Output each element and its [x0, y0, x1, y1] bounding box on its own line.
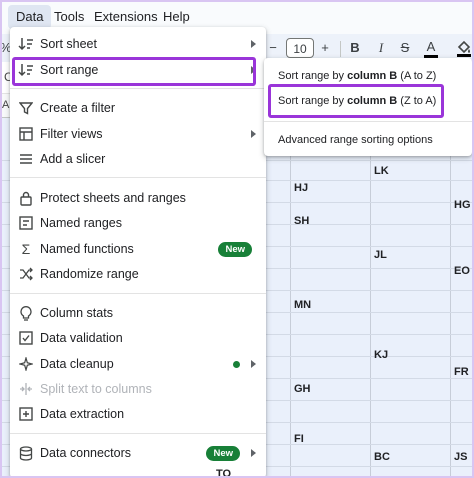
sort-icon [18, 62, 34, 78]
submenu-arrow-icon [251, 130, 256, 138]
grid-cell[interactable]: HG [454, 199, 471, 211]
strikethrough-button[interactable]: S [398, 38, 412, 58]
zoom-fragment[interactable]: % [0, 38, 12, 58]
grid-cell[interactable]: FI [294, 433, 304, 445]
font-size-input[interactable]: 10 [286, 38, 314, 58]
sort-za-suffix: (Z to A) [397, 95, 437, 107]
increase-font-button[interactable]: + [318, 38, 332, 58]
menu-separator [10, 88, 266, 89]
grid-cell[interactable]: JL [374, 249, 387, 261]
advanced-sort-option[interactable]: Advanced range sorting options [278, 133, 433, 147]
menu-item-randomize[interactable]: Randomize range [10, 262, 266, 286]
menu-item-label: Named ranges [40, 216, 122, 230]
menu-data[interactable]: Data [8, 5, 52, 29]
lock-icon [18, 190, 34, 206]
menu-separator [10, 433, 266, 434]
menu-tools[interactable]: Tools [54, 9, 84, 25]
grid-cell[interactable]: HJ [294, 182, 308, 194]
menu-item-add-slicer[interactable]: Add a slicer [10, 147, 266, 171]
sort-az-column: column B [347, 70, 398, 82]
menu-item-named-functions[interactable]: Σ Named functions New [10, 237, 266, 261]
menu-item-label: Add a slicer [40, 152, 106, 166]
submenu-arrow-icon [251, 40, 256, 48]
split-icon [18, 381, 34, 397]
menu-item-label: Data cleanup [40, 357, 114, 371]
lightbulb-icon [18, 305, 34, 321]
submenu-arrow-icon [251, 66, 256, 74]
grid-cell[interactable]: GH [294, 383, 311, 395]
menu-item-label: Column stats [40, 306, 113, 320]
menu-item-column-stats[interactable]: Column stats [10, 301, 266, 325]
menu-item-data-extraction[interactable]: Data extraction [10, 402, 266, 426]
menu-item-filter-views[interactable]: Filter views [10, 122, 266, 146]
grid-cell[interactable]: KJ [374, 349, 388, 361]
menu-item-split-text[interactable]: Split text to columns [10, 377, 266, 401]
menu-separator [10, 293, 266, 294]
database-icon [18, 445, 34, 461]
menu-item-label: Sort sheet [40, 37, 97, 51]
grid-cell[interactable]: EO [454, 265, 470, 277]
sort-za-column: column B [347, 95, 398, 107]
menu-item-label: Filter views [40, 127, 103, 141]
menu-item-label: Protect sheets and ranges [40, 191, 186, 205]
grid-cell[interactable]: BC [374, 451, 390, 463]
italic-button[interactable]: I [374, 38, 388, 58]
menu-item-label: Split text to columns [40, 382, 152, 396]
submenu-arrow-icon [251, 360, 256, 368]
named-ranges-icon [18, 215, 34, 231]
data-menu: Sort sheet Sort range Create a filter Fi… [10, 27, 266, 478]
menu-item-label: Data extraction [40, 407, 125, 421]
menu-item-sort-range[interactable]: Sort range [10, 58, 266, 82]
grid-cell[interactable]: SH [294, 215, 309, 227]
sort-icon [18, 36, 34, 52]
menu-item-data-cleanup[interactable]: Data cleanup [10, 352, 266, 376]
menu-item-label: Create a filter [40, 101, 116, 115]
grid-cell[interactable]: FR [454, 366, 469, 378]
new-badge: New [218, 242, 252, 257]
toolbar-divider [340, 41, 341, 57]
sort-range-submenu: Sort range by column B (A to Z) Sort ran… [264, 58, 472, 156]
menu-separator [10, 177, 266, 178]
menu-item-create-filter[interactable]: Create a filter [10, 96, 266, 120]
menu-item-protect[interactable]: Protect sheets and ranges [10, 186, 266, 210]
validation-icon [18, 330, 34, 346]
grid-cell[interactable]: LK [374, 165, 389, 177]
menu-item-data-connectors[interactable]: Data connectors New [10, 441, 266, 465]
menu-help[interactable]: Help [163, 9, 190, 25]
filter-views-icon [18, 126, 34, 142]
grid-cell[interactable]: JS [454, 451, 467, 463]
new-badge: New [206, 446, 240, 461]
decrease-font-button[interactable]: − [266, 38, 280, 58]
menu-extensions[interactable]: Extensions [94, 9, 158, 25]
menu-item-label: Data validation [40, 331, 123, 345]
extraction-icon [18, 406, 34, 422]
menu-item-label: Randomize range [40, 267, 139, 281]
sort-az-prefix: Sort range by [278, 70, 348, 82]
shuffle-icon [18, 266, 34, 282]
grid-cell[interactable]: MN [294, 299, 311, 311]
menu-item-data-validation[interactable]: Data validation [10, 326, 266, 350]
sort-az-option[interactable]: Sort range by column B (A to Z) [278, 69, 436, 83]
sort-za-option[interactable]: Sort range by column B (Z to A) [278, 94, 436, 108]
sparkle-icon [18, 356, 34, 372]
sigma-icon: Σ [21, 241, 31, 257]
submenu-arrow-icon [251, 449, 256, 457]
filter-icon [18, 100, 34, 116]
menu-item-label: Data connectors [40, 446, 132, 460]
sort-za-prefix: Sort range by [278, 95, 348, 107]
sort-az-suffix: (A to Z) [397, 70, 437, 82]
text-color-button[interactable]: A [424, 38, 438, 58]
menu-item-named-ranges[interactable]: Named ranges [10, 211, 266, 235]
menu-item-label: Sort range [40, 63, 99, 77]
column-header-fragment[interactable]: A [2, 99, 9, 111]
menu-item-label: Named functions [40, 242, 134, 256]
menu-item-sort-sheet[interactable]: Sort sheet [10, 32, 266, 56]
grid-cell[interactable]: TO [216, 468, 231, 478]
submenu-separator [264, 121, 472, 122]
new-dot-icon [233, 361, 240, 368]
bold-button[interactable]: B [348, 38, 362, 58]
slicer-icon [18, 151, 34, 167]
